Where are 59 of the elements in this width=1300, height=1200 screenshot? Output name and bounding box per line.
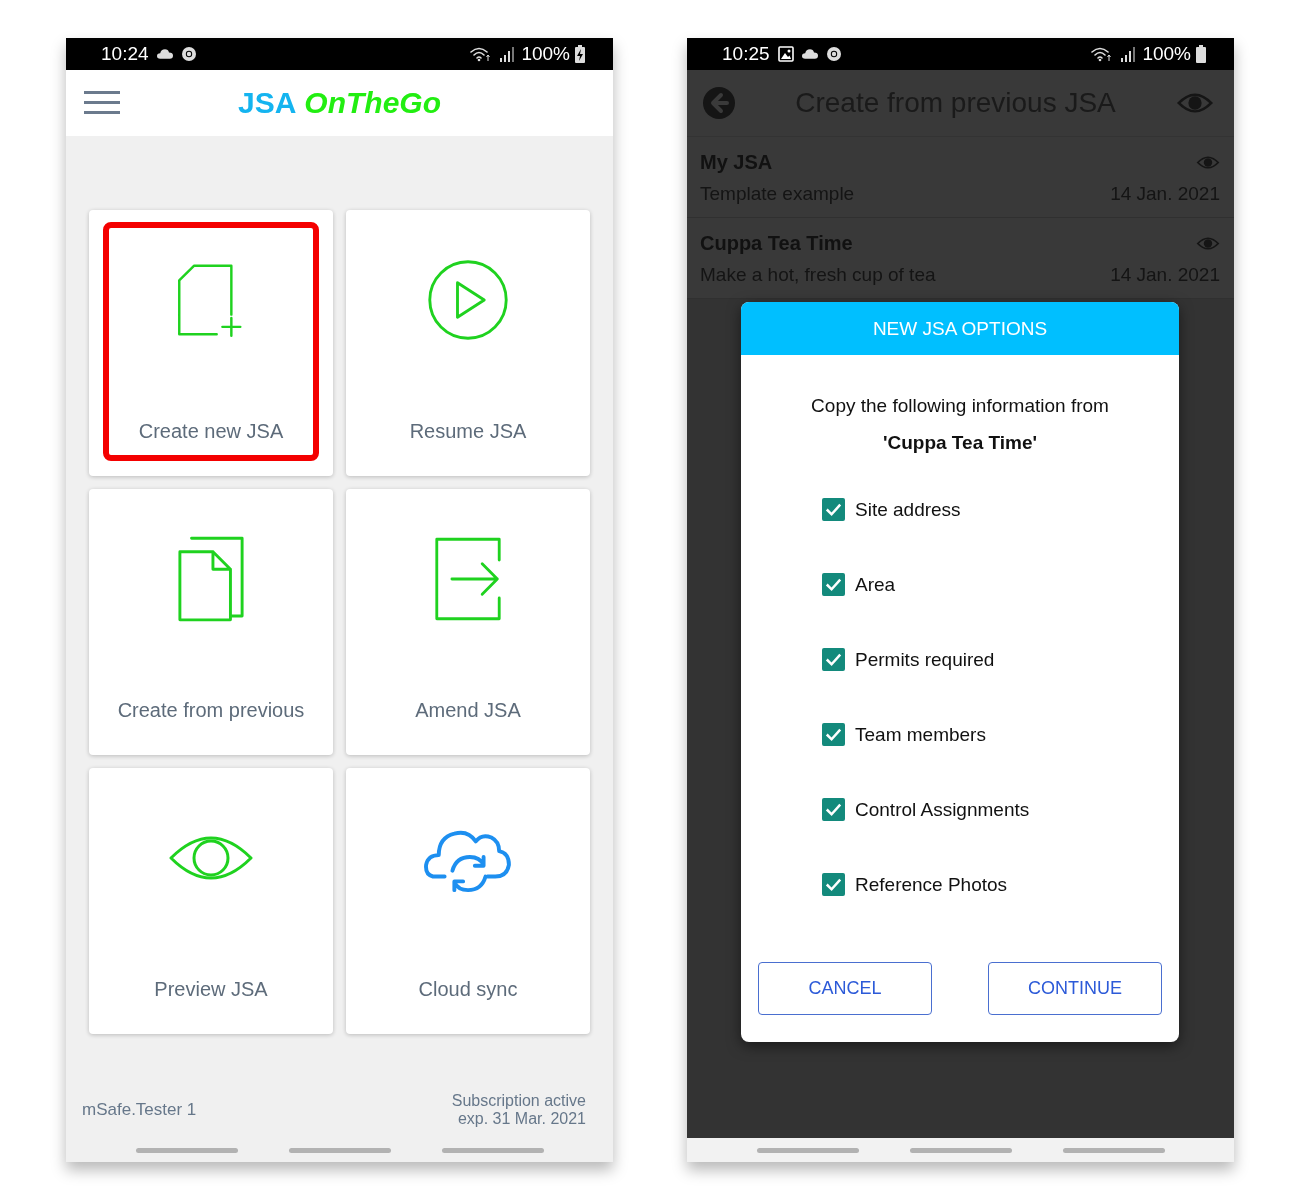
user-name: mSafe.Tester 1 — [82, 1100, 197, 1120]
tile-label: Create from previous — [117, 699, 305, 722]
tile-label: Resume JSA — [409, 420, 527, 443]
battery-percent: 100% — [521, 43, 570, 65]
clock-text: 10:25 — [722, 43, 770, 65]
aperture-icon — [180, 46, 197, 62]
eye-icon[interactable] — [1176, 91, 1214, 115]
option-label: Site address — [855, 498, 961, 521]
option-label: Area — [855, 573, 896, 596]
menu-tile[interactable]: Create new JSA — [89, 210, 333, 476]
wifi-icon — [469, 46, 492, 62]
source-name: 'Cuppa Tea Time' — [881, 431, 1038, 455]
tile-label: Create new JSA — [138, 420, 284, 443]
wifi-icon — [1090, 46, 1113, 62]
clock-text: 10:24 — [101, 43, 149, 65]
tile-label: Cloud sync — [418, 978, 518, 1001]
cloud-icon — [801, 46, 818, 62]
dialog-button[interactable]: CANCEL — [758, 962, 932, 1015]
menu-tile[interactable]: Cloud sync — [346, 768, 590, 1034]
tile-label: Preview JSA — [154, 978, 268, 1001]
signal-icon — [1120, 46, 1137, 62]
menu-tile[interactable]: Create from previous — [89, 489, 333, 755]
nav-handle[interactable] — [756, 1147, 859, 1153]
battery-charging-icon — [575, 45, 585, 63]
menu-tile[interactable]: Amend JSA — [346, 489, 590, 755]
play-circle-icon — [425, 257, 511, 343]
menu-icon[interactable] — [84, 91, 120, 115]
nav-handle[interactable] — [441, 1147, 544, 1153]
checkbox[interactable] — [822, 873, 845, 896]
option-label: Reference Photos — [855, 873, 1008, 896]
nav-handle[interactable] — [288, 1147, 391, 1153]
signal-icon — [499, 46, 516, 62]
subscription-expiry: exp. 31 Mar. 2021 — [456, 1110, 586, 1128]
aperture-icon — [825, 46, 842, 62]
image-icon — [777, 46, 794, 62]
nav-handle[interactable] — [135, 1147, 238, 1153]
checkbox[interactable] — [822, 723, 845, 746]
nav-handle[interactable] — [909, 1147, 1012, 1153]
eye-icon[interactable] — [1196, 236, 1220, 251]
option-label: Control Assignments — [855, 798, 1030, 821]
app-logo: JSA OnTheGo — [238, 86, 441, 120]
checkbox[interactable] — [822, 798, 845, 821]
dialog-button[interactable]: CONTINUE — [988, 962, 1162, 1015]
tile-label: Amend JSA — [415, 699, 521, 722]
checkbox[interactable] — [822, 573, 845, 596]
menu-tile[interactable]: Resume JSA — [346, 210, 590, 476]
option-label: Permits required — [855, 648, 995, 671]
checkbox[interactable] — [822, 498, 845, 521]
checkbox[interactable] — [822, 648, 845, 671]
eye-icon[interactable] — [1196, 155, 1220, 170]
dialog-message: Copy the following information from — [810, 394, 1110, 418]
nav-handle[interactable] — [1062, 1147, 1165, 1153]
subscription-status: Subscription active — [451, 1092, 586, 1110]
cloud-icon — [156, 46, 173, 62]
option-label: Team members — [855, 723, 986, 746]
battery-icon — [1196, 45, 1206, 63]
battery-percent: 100% — [1142, 43, 1191, 65]
menu-tile[interactable]: Preview JSA — [89, 768, 333, 1034]
dialog-title: NEW JSA OPTIONS — [741, 302, 1179, 355]
